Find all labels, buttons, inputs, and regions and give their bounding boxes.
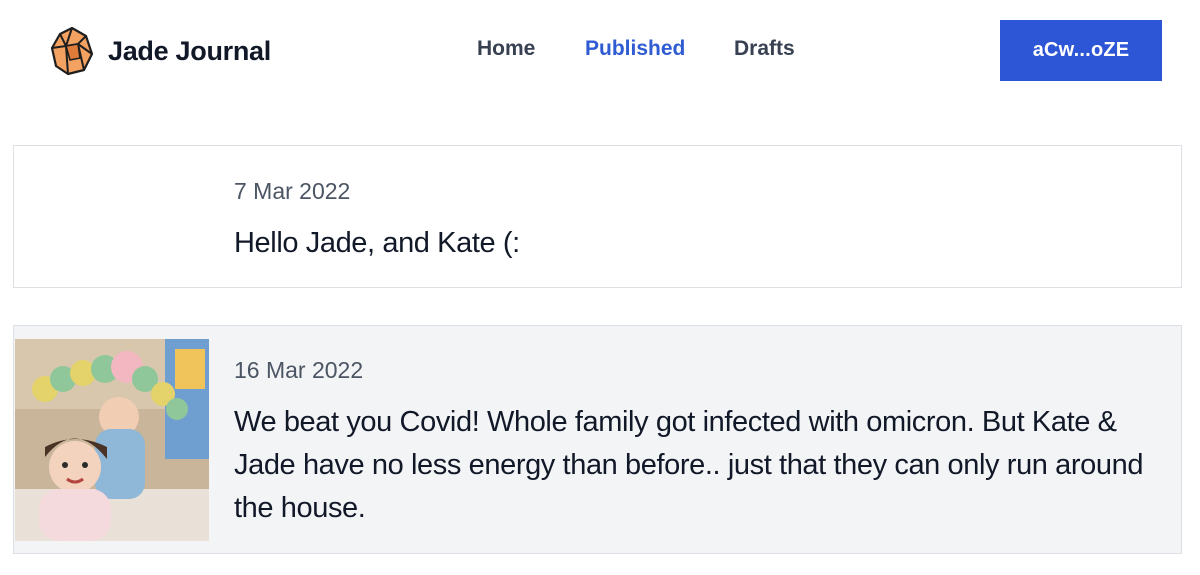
nav-link-published[interactable]: Published xyxy=(585,37,685,61)
nav-link-home[interactable]: Home xyxy=(477,37,535,61)
post-date: 7 Mar 2022 xyxy=(234,178,351,204)
post-date: 16 Mar 2022 xyxy=(234,357,364,383)
account-button[interactable]: aCw...oZE xyxy=(1000,20,1162,81)
header: Jade Journal Home Published Drafts aCw..… xyxy=(0,0,1200,100)
nav-link-drafts[interactable]: Drafts xyxy=(734,37,795,61)
post-card[interactable]: 16 Mar 2022 We beat you Covid! Whole fam… xyxy=(13,325,1182,554)
post-photo xyxy=(15,339,209,541)
post-text: Hello Jade, and Kate (: xyxy=(234,227,520,259)
post-card[interactable]: 7 Mar 2022 Hello Jade, and Kate (: xyxy=(13,145,1182,288)
post-text: We beat you Covid! Whole family got infe… xyxy=(234,406,1144,524)
